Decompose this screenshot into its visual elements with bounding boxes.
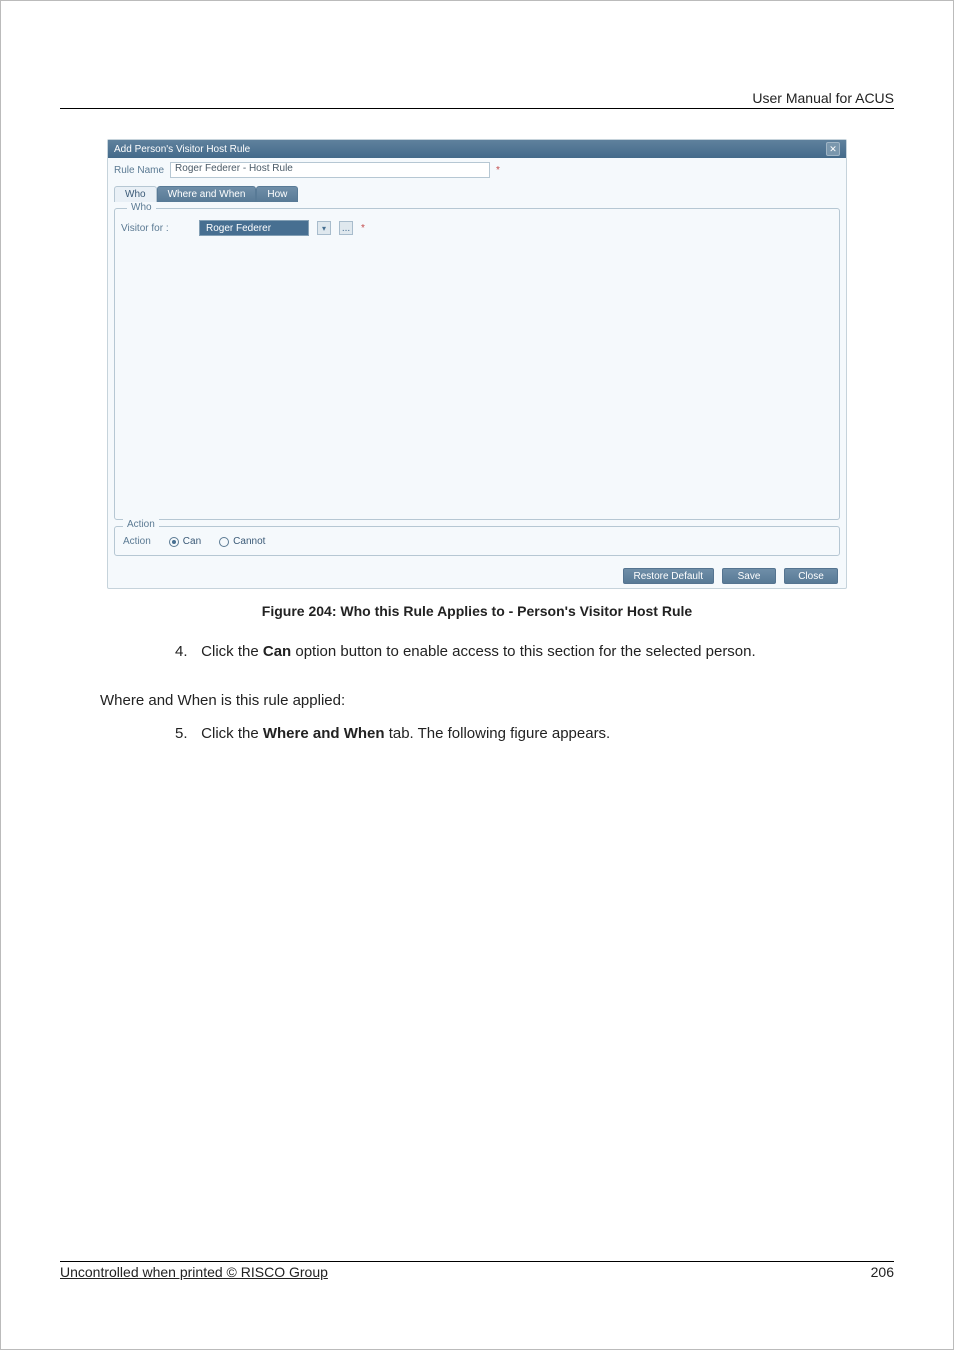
step-4-suffix: option button to enable access to this s… — [291, 643, 755, 660]
who-panel-spacer — [121, 236, 833, 513]
tab-where-and-when[interactable]: Where and When — [157, 186, 257, 202]
dropdown-icon[interactable]: ▾ — [317, 221, 331, 235]
step-5-suffix: tab. The following figure appears. — [385, 725, 611, 742]
page-header: User Manual for ACUS — [60, 90, 894, 109]
restore-default-button[interactable]: Restore Default — [623, 568, 714, 584]
action-panel: Action Action Can Cannot — [114, 526, 840, 556]
tab-strip: Who Where and When How — [114, 186, 840, 202]
rule-name-label: Rule Name — [114, 165, 164, 176]
radio-can-label: Can — [183, 536, 201, 547]
step-5: 5. Click the Where and When tab. The fol… — [175, 723, 894, 746]
dialog-screenshot: Add Person's Visitor Host Rule ✕ Rule Na… — [107, 139, 847, 589]
close-button[interactable]: Close — [784, 568, 838, 584]
dialog-footer-buttons: Restore Default Save Close — [108, 562, 846, 588]
dialog-title: Add Person's Visitor Host Rule — [114, 144, 250, 155]
document-page: User Manual for ACUS Add Person's Visito… — [0, 0, 954, 1350]
who-panel: Who Visitor for : Roger Federer ▾ ... * — [114, 208, 840, 520]
panel-legend-action: Action — [123, 519, 159, 530]
radio-cannot-label: Cannot — [233, 536, 265, 547]
action-row: Action Can Cannot — [123, 536, 831, 547]
radio-cannot-wrap[interactable]: Cannot — [219, 536, 265, 547]
visitor-for-row: Visitor for : Roger Federer ▾ ... * — [121, 220, 833, 236]
radio-cannot[interactable] — [219, 537, 229, 547]
browse-button[interactable]: ... — [339, 221, 353, 235]
figure-caption: Figure 204: Who this Rule Applies to - P… — [60, 603, 894, 619]
radio-can-wrap[interactable]: Can — [169, 536, 201, 547]
required-mark-2: * — [361, 223, 365, 234]
page-footer: Uncontrolled when printed © RISCO Group … — [60, 1261, 894, 1280]
required-mark: * — [496, 165, 500, 176]
page-number: 206 — [871, 1264, 894, 1280]
step-4: 4. Click the Can option button to enable… — [175, 641, 894, 664]
step-4-prefix: Click the — [201, 643, 263, 660]
footer-left: Uncontrolled when printed © RISCO Group — [60, 1264, 328, 1280]
radio-can[interactable] — [169, 537, 179, 547]
step-5-bold: Where and When — [263, 725, 385, 742]
tab-how[interactable]: How — [256, 186, 298, 202]
section-intro: Where and When is this rule applied: — [100, 692, 894, 709]
panel-legend-who: Who — [127, 202, 156, 213]
step-4-number: 4. — [175, 641, 197, 664]
visitor-for-select[interactable]: Roger Federer — [199, 220, 309, 236]
rule-name-row: Rule Name Roger Federer - Host Rule * — [108, 158, 846, 182]
visitor-for-value: Roger Federer — [206, 223, 271, 234]
visitor-for-label: Visitor for : — [121, 223, 191, 234]
action-label: Action — [123, 536, 151, 547]
close-icon[interactable]: ✕ — [826, 142, 840, 156]
dialog-body: Who Where and When How Who Visitor for :… — [108, 182, 846, 562]
dialog-titlebar: Add Person's Visitor Host Rule ✕ — [108, 140, 846, 158]
rule-name-input[interactable]: Roger Federer - Host Rule — [170, 162, 490, 178]
step-5-number: 5. — [175, 723, 197, 746]
step-5-prefix: Click the — [201, 725, 263, 742]
step-4-bold: Can — [263, 643, 291, 660]
save-button[interactable]: Save — [722, 568, 776, 584]
tab-who[interactable]: Who — [114, 186, 157, 202]
